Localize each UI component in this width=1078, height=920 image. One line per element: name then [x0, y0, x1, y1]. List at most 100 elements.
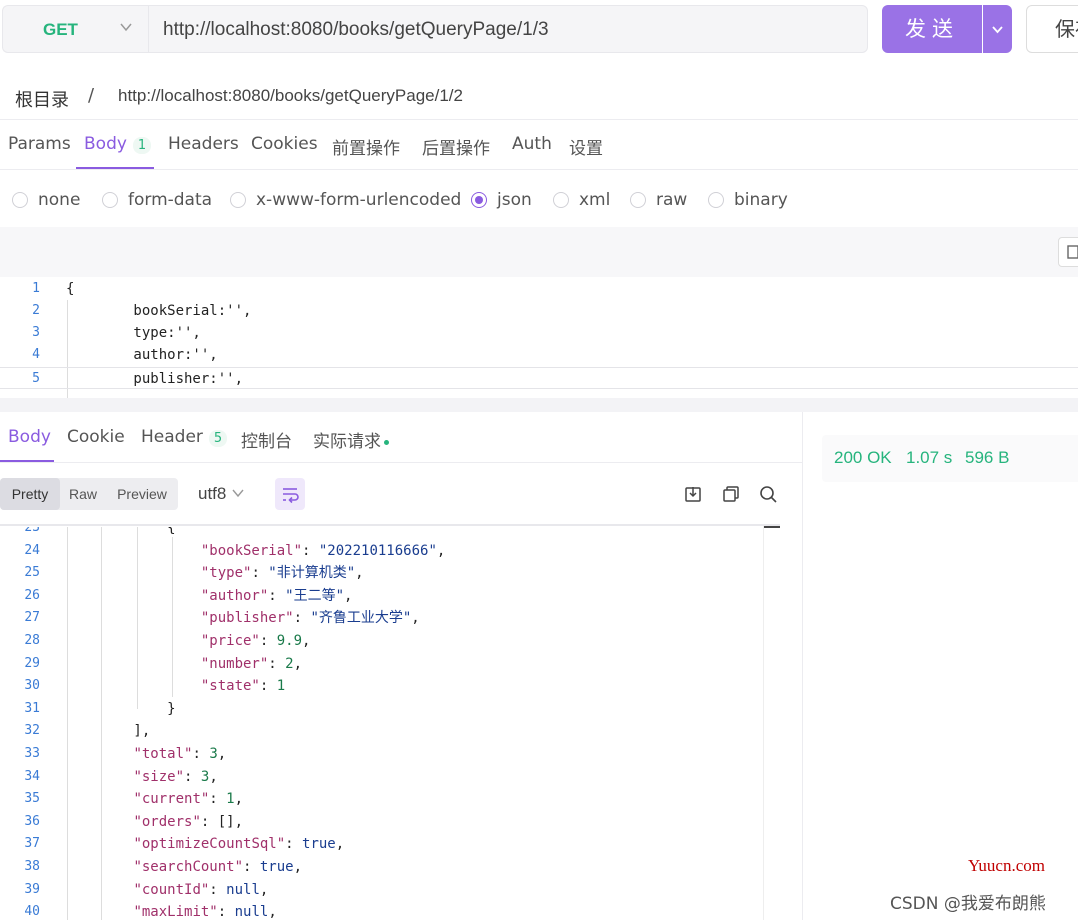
editor-action-button[interactable] — [1058, 237, 1078, 267]
download-icon[interactable] — [683, 484, 703, 504]
radio-circle — [12, 192, 28, 208]
json-key: "countId" — [133, 881, 210, 898]
code-text: "total": 3, — [133, 746, 227, 762]
tab-pre-operations[interactable]: 前置操作 — [332, 134, 400, 159]
radio-label: form-data — [128, 190, 213, 210]
radio-circle — [630, 192, 646, 208]
radio-form-data[interactable]: form-data — [102, 190, 212, 210]
line-number: 36 — [24, 813, 40, 829]
response-tab-cookie[interactable]: Cookie — [67, 427, 125, 447]
response-line: 24 "bookSerial": "202210116666", — [0, 540, 780, 563]
response-line: 40 "maxLimit": null, — [0, 901, 780, 920]
tab-cookies[interactable]: Cookies — [251, 134, 318, 154]
status-code: 200 OK — [834, 448, 892, 467]
tab-body[interactable]: Body 1 — [84, 134, 152, 154]
json-value: 9.9 — [276, 633, 303, 649]
tab-params[interactable]: Params — [8, 134, 71, 154]
breadcrumb-root[interactable]: 根目录 — [15, 86, 69, 112]
url-input[interactable]: http://localhost:8080/books/getQueryPage… — [148, 5, 868, 53]
response-tab-header[interactable]: Header 5 — [141, 427, 228, 447]
response-tab-actual-request[interactable]: 实际请求 — [313, 427, 389, 452]
response-line: 25 "type": "非计算机类", — [0, 562, 780, 585]
response-line: 29 "number": 2, — [0, 653, 780, 676]
code-text: "current": 1, — [133, 791, 244, 808]
code-line: 4 author:'', — [0, 344, 1078, 366]
view-mode-preview[interactable]: Preview — [106, 478, 178, 510]
code-text: "bookSerial": "202210116666", — [200, 542, 446, 559]
line-number: 3 — [32, 325, 40, 340]
view-mode-raw[interactable]: Raw — [60, 478, 106, 510]
radio-label: json — [497, 190, 532, 210]
code-text: "type": "非计算机类", — [200, 565, 364, 582]
radio-binary[interactable]: binary — [708, 190, 788, 210]
json-key: "number" — [200, 655, 269, 672]
tab-settings[interactable]: 设置 — [569, 134, 603, 159]
line-number: 23 — [24, 527, 40, 535]
response-status-bar: 200 OK 1.07 s 596 B — [822, 435, 1078, 482]
json-value: [] — [217, 813, 235, 830]
json-value: true — [302, 836, 336, 853]
json-value: "齐鲁工业大学" — [310, 610, 412, 627]
response-time: 1.07 s — [906, 448, 953, 467]
response-line: 34 "size": 3, — [0, 766, 780, 789]
line-number: 28 — [24, 633, 40, 648]
code-text: author:'', — [66, 347, 218, 363]
line-number: 32 — [24, 723, 40, 739]
radio-x-www-form-urlencoded[interactable]: x-www-form-urlencoded — [230, 190, 461, 210]
code-line-current: 5 publisher:'', — [0, 367, 1078, 389]
line-number: 30 — [24, 678, 40, 694]
copy-icon[interactable] — [721, 484, 741, 504]
body-type-group: none form-data x-www-form-urlencoded jso… — [0, 190, 1078, 212]
url-text: http://localhost:8080/books/getQueryPage… — [163, 19, 549, 40]
line-number: 27 — [24, 610, 40, 626]
response-tab-actual-request-label: 实际请求 — [313, 432, 381, 452]
save-button[interactable]: 保存 — [1026, 5, 1078, 53]
response-tab-body[interactable]: Body — [8, 427, 51, 447]
radio-xml[interactable]: xml — [553, 190, 610, 210]
editor-toolbar — [0, 227, 1078, 277]
line-number: 2 — [32, 303, 40, 318]
tab-headers[interactable]: Headers — [168, 134, 239, 154]
line-number: 24 — [24, 542, 40, 558]
word-wrap-toggle[interactable] — [275, 478, 305, 510]
json-key: "total" — [133, 746, 193, 762]
radio-label: xml — [579, 190, 611, 210]
code-text: "state": 1 — [200, 678, 286, 695]
scrollbar[interactable] — [763, 526, 781, 920]
radio-label: x-www-form-urlencoded — [256, 190, 462, 210]
json-key: "type" — [200, 565, 252, 582]
encoding-select[interactable]: utf8 — [198, 484, 245, 504]
code-text: bookSerial:'', — [66, 303, 252, 319]
send-options-button[interactable] — [983, 5, 1012, 53]
send-button[interactable]: 发送 — [882, 5, 982, 53]
code-text: "countId": null, — [133, 881, 269, 898]
code-text: { — [66, 527, 176, 536]
json-key: "current" — [133, 791, 210, 808]
watermark-author: CSDN @我爱布朗熊 — [890, 894, 1046, 914]
tab-auth[interactable]: Auth — [512, 134, 552, 154]
json-key: "price" — [200, 633, 260, 649]
method-select[interactable]: GET — [2, 5, 148, 53]
breadcrumb-separator: / — [88, 85, 95, 106]
response-line: 33 "total": 3, — [0, 743, 780, 766]
code-text: { — [66, 281, 75, 297]
search-icon[interactable] — [758, 484, 778, 504]
code-line: 3 type:'', — [0, 322, 1078, 344]
radio-raw[interactable]: raw — [630, 190, 687, 210]
radio-none[interactable]: none — [12, 190, 80, 210]
panel-splitter[interactable] — [0, 398, 1078, 412]
code-text: "searchCount": true, — [133, 859, 303, 875]
json-value: null — [234, 904, 269, 920]
view-mode-pretty[interactable]: Pretty — [0, 478, 60, 510]
method-label: GET — [43, 20, 78, 39]
scrollbar-thumb[interactable] — [764, 526, 780, 528]
tab-post-operations[interactable]: 后置操作 — [422, 134, 490, 159]
response-tab-console[interactable]: 控制台 — [241, 427, 292, 452]
response-line: 23 { — [0, 527, 780, 540]
request-body-editor[interactable]: 1{ 2 bookSerial:'', 3 type:'', 4 author:… — [0, 278, 1078, 398]
radio-circle — [553, 192, 569, 208]
wrap-lines-icon — [283, 488, 299, 504]
response-body-viewer[interactable]: 23 {24 "bookSerial": "202210116666", 25 "… — [0, 527, 780, 920]
radio-json[interactable]: json — [471, 190, 532, 210]
line-number: 38 — [24, 859, 40, 874]
